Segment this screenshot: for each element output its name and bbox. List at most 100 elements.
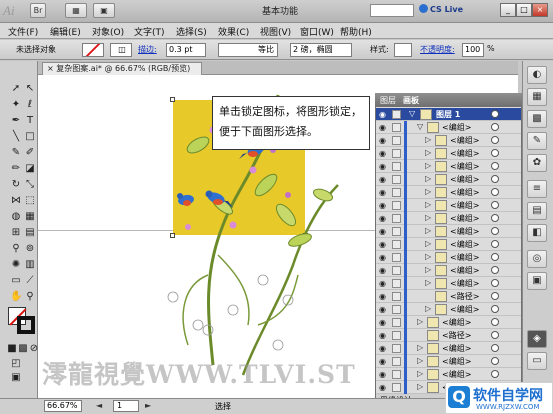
screen-mode-button[interactable]: ▣ — [93, 3, 115, 18]
layer-row[interactable]: ◉ ▷ <编组> — [376, 134, 521, 147]
visibility-eye-icon[interactable]: ◉ — [379, 201, 386, 210]
layer-row[interactable]: ◉ <路径> — [376, 290, 521, 303]
expand-arrow-icon[interactable]: ▷ — [425, 213, 431, 222]
target-icon[interactable] — [491, 149, 499, 157]
menu-edit[interactable]: 编辑(E) — [50, 25, 81, 38]
brush-definition-select[interactable]: 2 磅，椭圆 — [290, 43, 352, 57]
layer-row[interactable]: ◉ ▽ <编组> — [376, 121, 521, 134]
target-icon[interactable] — [491, 240, 499, 248]
lock-toggle[interactable] — [392, 123, 401, 132]
stroke-panel-icon[interactable]: ≡ — [527, 180, 547, 198]
expand-arrow-icon[interactable]: ▷ — [417, 369, 423, 378]
artboard-number-input[interactable]: 1 — [113, 400, 139, 412]
selection-tool-icon[interactable]: ➚ — [10, 83, 22, 95]
target-icon[interactable] — [491, 266, 499, 274]
visibility-eye-icon[interactable]: ◉ — [379, 318, 386, 327]
lock-toggle[interactable] — [392, 110, 401, 119]
brushes-panel-icon[interactable]: ✎ — [527, 132, 547, 150]
target-icon[interactable] — [491, 214, 499, 222]
lock-toggle[interactable] — [392, 383, 401, 392]
target-icon[interactable] — [491, 292, 499, 300]
lock-toggle[interactable] — [392, 266, 401, 275]
color-guide-icon[interactable]: ▦ — [527, 88, 547, 106]
width-tool-icon[interactable]: ⋈ — [10, 195, 22, 207]
lock-toggle[interactable] — [392, 292, 401, 301]
rectangle-tool-icon[interactable]: □ — [24, 131, 36, 143]
target-icon[interactable] — [491, 357, 499, 365]
symbol-sprayer-tool-icon[interactable]: ✺ — [10, 259, 22, 271]
layer-row[interactable]: ◉ <路径> — [376, 329, 521, 342]
expand-arrow-icon[interactable]: ▷ — [425, 239, 431, 248]
lock-toggle[interactable] — [392, 331, 401, 340]
expand-arrow-icon[interactable]: ▷ — [417, 382, 423, 391]
stroke-color-swatch[interactable]: ◫ — [110, 43, 132, 57]
workspace-switcher[interactable]: 基本功能 — [262, 4, 298, 17]
symbols-panel-icon[interactable]: ✿ — [527, 154, 547, 172]
pen-tool-icon[interactable]: ✒ — [10, 115, 22, 127]
lock-toggle[interactable] — [392, 344, 401, 353]
minimize-button[interactable]: _ — [500, 3, 516, 17]
lock-toggle[interactable] — [392, 201, 401, 210]
document-tab-close-icon[interactable]: × — [47, 64, 54, 73]
screen-mode-icon[interactable]: ▣ — [10, 372, 22, 384]
visibility-eye-icon[interactable]: ◉ — [379, 344, 386, 353]
visibility-eye-icon[interactable]: ◉ — [379, 240, 386, 249]
blend-tool-icon[interactable]: ⊚ — [24, 243, 36, 255]
perspective-grid-tool-icon[interactable]: ▦ — [24, 211, 36, 223]
expand-arrow-icon[interactable]: ▷ — [425, 252, 431, 261]
tab-layers[interactable]: 图层 — [380, 95, 396, 106]
help-search-input[interactable] — [370, 4, 414, 17]
layer-row[interactable]: ◉ ▷ <编组> — [376, 277, 521, 290]
transparency-panel-icon[interactable]: ◧ — [527, 224, 547, 242]
target-icon[interactable] — [491, 136, 499, 144]
visibility-eye-icon[interactable]: ◉ — [379, 266, 386, 275]
lock-toggle[interactable] — [392, 357, 401, 366]
gradient-tool-icon[interactable]: ▤ — [24, 227, 36, 239]
expand-arrow-icon[interactable]: ▷ — [425, 174, 431, 183]
visibility-eye-icon[interactable]: ◉ — [379, 214, 386, 223]
visibility-eye-icon[interactable]: ◉ — [379, 123, 386, 132]
menu-type[interactable]: 文字(T) — [134, 25, 165, 38]
rotate-tool-icon[interactable]: ↻ — [10, 179, 22, 191]
expand-arrow-icon[interactable]: ▽ — [409, 109, 415, 118]
graphic-style-swatch[interactable] — [394, 43, 412, 57]
visibility-eye-icon[interactable]: ◉ — [379, 136, 386, 145]
opacity-label[interactable]: 不透明度: — [420, 44, 455, 55]
lock-toggle[interactable] — [392, 136, 401, 145]
pencil-tool-icon[interactable]: ✐ — [24, 147, 36, 159]
visibility-eye-icon[interactable]: ◉ — [379, 292, 386, 301]
visibility-eye-icon[interactable]: ◉ — [379, 305, 386, 314]
expand-arrow-icon[interactable]: ▷ — [425, 278, 431, 287]
document-tab[interactable]: × 复杂图案.ai* @ 66.67% (RGB/预览) — [42, 62, 202, 75]
layer-row[interactable]: ◉ ▷ <编组> — [376, 199, 521, 212]
arrange-documents-button[interactable]: ▦ — [65, 3, 87, 18]
draw-normal-icon[interactable]: ◰ — [10, 358, 22, 370]
expand-arrow-icon[interactable]: ▷ — [417, 356, 423, 365]
target-icon[interactable] — [491, 123, 499, 131]
expand-arrow-icon[interactable]: ▷ — [425, 304, 431, 313]
lock-toggle[interactable] — [392, 253, 401, 262]
mesh-tool-icon[interactable]: ⊞ — [10, 227, 22, 239]
lock-toggle[interactable] — [392, 162, 401, 171]
lasso-tool-icon[interactable]: ℓ — [24, 99, 36, 111]
magic-wand-tool-icon[interactable]: ✦ — [10, 99, 22, 111]
layer-row[interactable]: ◉ ▷ <编组> — [376, 225, 521, 238]
visibility-eye-icon[interactable]: ◉ — [379, 370, 386, 379]
visibility-eye-icon[interactable]: ◉ — [379, 175, 386, 184]
cs-live-button[interactable]: CS Live — [419, 4, 463, 14]
prev-artboard-icon[interactable]: ◄ — [96, 401, 102, 410]
type-tool-icon[interactable]: T — [24, 115, 36, 127]
eraser-tool-icon[interactable]: ◪ — [24, 163, 36, 175]
layer-row[interactable]: ◉ ▷ <编组> — [376, 355, 521, 368]
lock-toggle[interactable] — [392, 175, 401, 184]
column-graph-tool-icon[interactable]: ▥ — [24, 259, 36, 271]
graphic-styles-panel-icon[interactable]: ▣ — [527, 272, 547, 290]
lock-toggle[interactable] — [392, 279, 401, 288]
target-icon[interactable] — [491, 370, 499, 378]
layer-row[interactable]: ◉ ▷ <编组> — [376, 342, 521, 355]
target-icon[interactable] — [491, 227, 499, 235]
target-icon[interactable] — [491, 110, 499, 118]
free-transform-tool-icon[interactable]: ⬚ — [24, 195, 36, 207]
menu-window[interactable]: 窗口(W) — [300, 25, 334, 38]
visibility-eye-icon[interactable]: ◉ — [379, 162, 386, 171]
